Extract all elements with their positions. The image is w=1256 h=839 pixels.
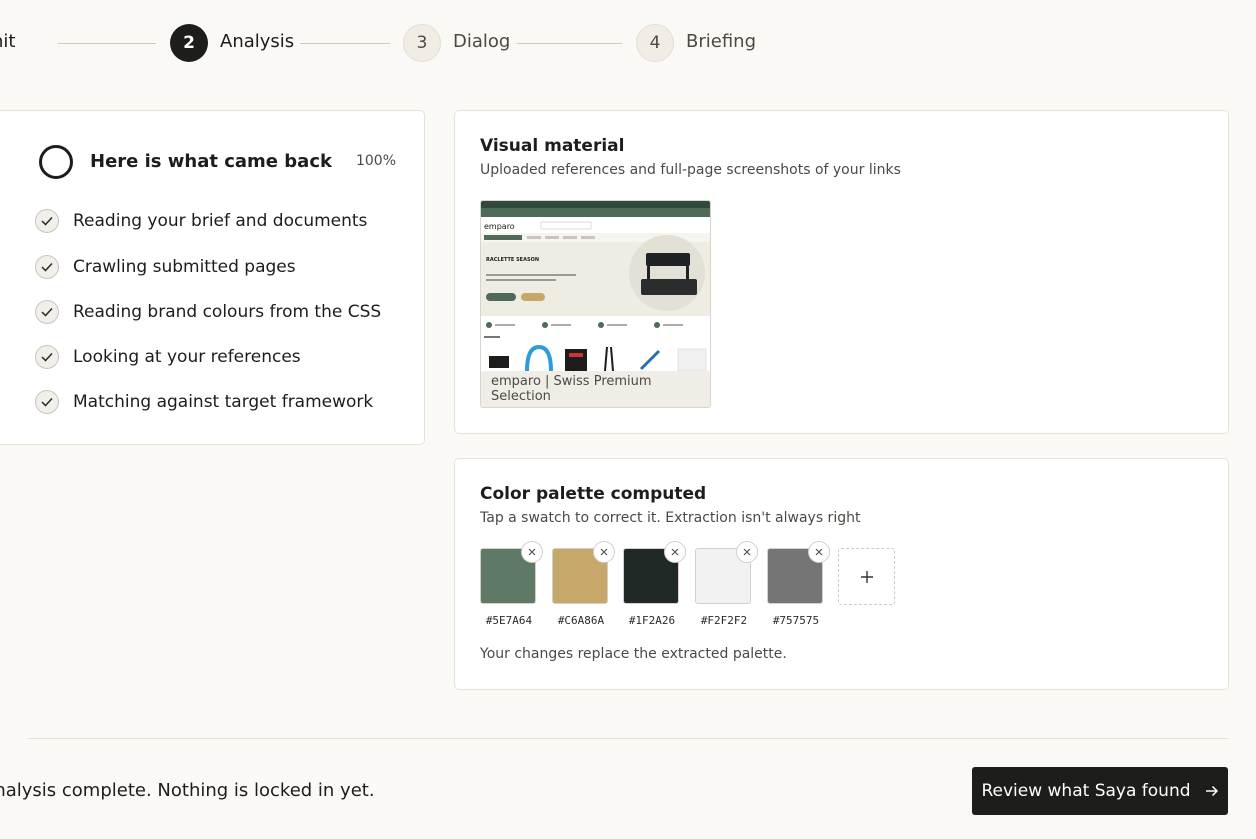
progress-percent: 100% [355, 153, 396, 169]
analysis-status-text: Analysis complete. Nothing is locked in … [0, 780, 375, 801]
visual-material-subtitle: Uploaded references and full-page screen… [480, 162, 901, 178]
progress-title: Here is what came back [90, 151, 332, 172]
step-2-number[interactable]: 2 [170, 24, 208, 62]
task-label: Reading your brief and documents [73, 211, 368, 231]
check-icon [35, 300, 59, 324]
thumb-logo-text: emparo [484, 222, 515, 231]
swatch-hex-label: #1F2A26 [628, 614, 676, 627]
step-connector [300, 43, 390, 44]
swatch-hex-label: #757575 [772, 614, 820, 627]
check-icon [35, 209, 59, 233]
analysis-progress-card: Here is what came back 100% Reading your… [0, 110, 425, 445]
check-icon [35, 390, 59, 414]
step-connector [517, 43, 622, 44]
review-button-label: Review what Saya found [981, 781, 1191, 801]
swatch-item: #1F2A26 [623, 541, 686, 627]
step-1-label[interactable]: nit [0, 31, 15, 52]
website-screenshot-preview: emparo RACLETTE SEASON [481, 201, 710, 373]
plus-icon [860, 570, 873, 583]
palette-title: Color palette computed [480, 484, 707, 504]
swatch-hex-label: #F2F2F2 [700, 614, 748, 627]
task-item: Matching against target framework [35, 389, 373, 415]
palette-subtitle: Tap a swatch to correct it. Extraction i… [480, 510, 861, 526]
step-connector [58, 43, 156, 44]
step-4-number[interactable]: 4 [636, 24, 674, 62]
screenshot-thumbnail[interactable]: emparo RACLETTE SEASON emparo | Swiss Pr… [480, 200, 711, 408]
swatch-hex-label: #5E7A64 [485, 614, 533, 627]
task-label: Looking at your references [73, 347, 301, 367]
swatch-item: #F2F2F2 [695, 541, 758, 627]
remove-swatch-icon[interactable] [736, 541, 758, 563]
step-progress-bar: nit 2 Analysis 3 Dialog 4 Briefing [0, 0, 1256, 86]
task-label: Matching against target framework [73, 392, 374, 412]
swatch-item: #C6A86A [552, 541, 615, 627]
swatch-item: #757575 [767, 541, 830, 627]
remove-swatch-icon[interactable] [593, 541, 615, 563]
add-swatch-button[interactable] [838, 548, 895, 605]
remove-swatch-icon[interactable] [808, 541, 830, 563]
step-3-number[interactable]: 3 [403, 24, 441, 62]
progress-ring-icon [39, 145, 73, 179]
remove-swatch-icon[interactable] [664, 541, 686, 563]
remove-swatch-icon[interactable] [521, 541, 543, 563]
check-icon [35, 345, 59, 369]
review-findings-button[interactable]: Review what Saya found [972, 767, 1228, 815]
task-item: Crawling submitted pages [35, 254, 296, 280]
swatch-hex-label: #C6A86A [557, 614, 605, 627]
check-icon [35, 255, 59, 279]
visual-material-card: Visual material Uploaded references and … [454, 110, 1229, 434]
screenshot-caption: emparo | Swiss Premium Selection [481, 371, 710, 407]
task-item: Looking at your references [35, 344, 301, 370]
color-palette-card: Color palette computed Tap a swatch to c… [454, 458, 1229, 690]
step-4-label[interactable]: Briefing [686, 31, 756, 52]
step-2-label[interactable]: Analysis [220, 31, 294, 52]
task-label: Crawling submitted pages [73, 257, 296, 277]
step-3-label[interactable]: Dialog [453, 31, 510, 52]
task-item: Reading your brief and documents [35, 208, 367, 234]
arrow-right-icon [1205, 785, 1218, 797]
swatch-item: #5E7A64 [480, 541, 543, 627]
palette-note: Your changes replace the extracted palet… [480, 646, 787, 662]
thumb-hero-text: RACLETTE SEASON [486, 257, 539, 263]
task-label: Reading brand colours from the CSS [73, 302, 382, 322]
task-item: Reading brand colours from the CSS [35, 299, 381, 325]
visual-material-title: Visual material [480, 136, 625, 156]
footer-divider [28, 738, 1228, 739]
